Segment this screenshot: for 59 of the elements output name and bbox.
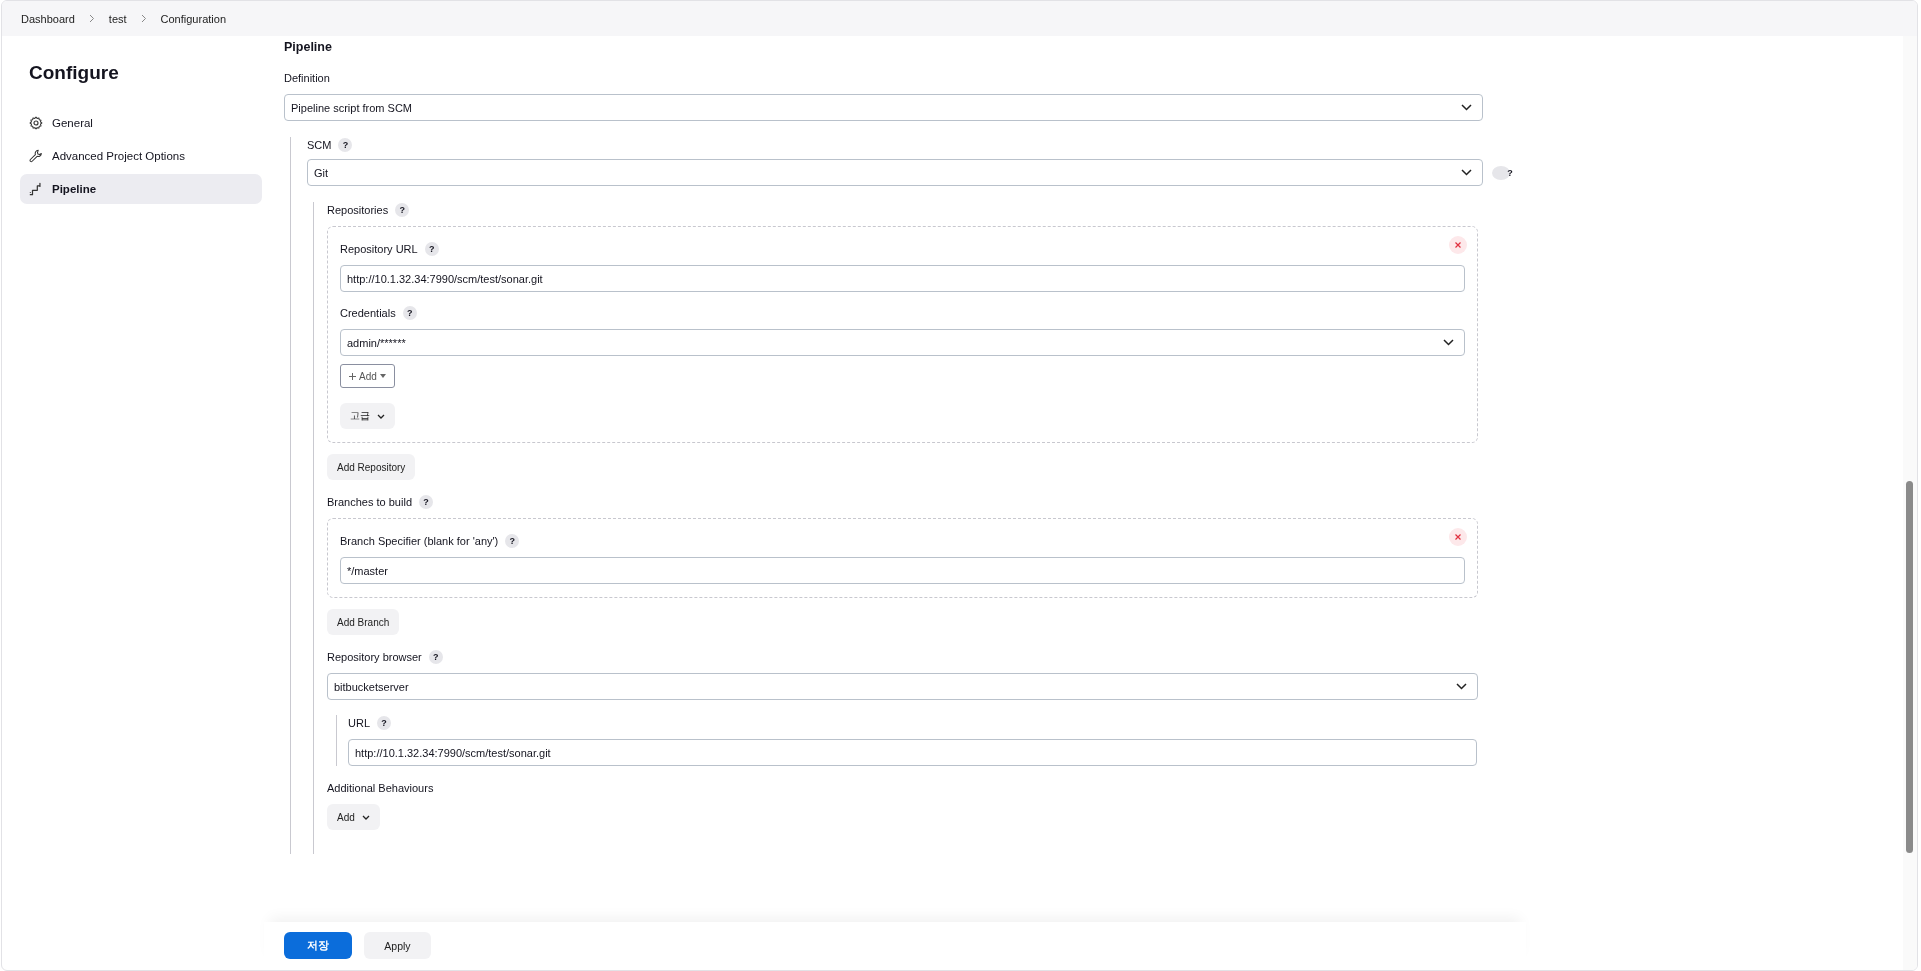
field-label: Credentials (340, 307, 396, 319)
add-repository-button[interactable]: Add Repository (327, 454, 416, 480)
close-icon[interactable] (1449, 528, 1467, 546)
help-icon[interactable]: ? (338, 138, 353, 152)
add-credentials-button[interactable]: Add (340, 364, 395, 388)
apply-button[interactable]: Apply (364, 932, 431, 959)
repository-browser-select[interactable]: bitbucketserver (327, 673, 1478, 700)
help-icon[interactable]: ? (424, 242, 439, 256)
chevron-down-icon (1456, 683, 1467, 690)
sidebar-item[interactable]: Advanced Project Options (20, 141, 262, 171)
gear-icon (29, 116, 43, 130)
breadcrumb-link[interactable]: test (108, 12, 127, 25)
field-label: Repository browser (327, 651, 422, 663)
help-icon[interactable]: ? (402, 306, 417, 320)
field-label: Branches to build (327, 496, 412, 508)
sidebar-item-label: Advanced Project Options (52, 150, 185, 162)
help-icon[interactable]: ? (428, 650, 443, 664)
breadcrumb-link[interactable]: Configuration (160, 12, 226, 25)
wrench-icon (29, 149, 43, 163)
help-icon[interactable]: ? (395, 203, 410, 217)
pipeline-icon (29, 182, 43, 196)
scrollbar-thumb[interactable] (1906, 481, 1913, 853)
sidebar-item-label: General (52, 117, 93, 129)
caret-icon (379, 374, 386, 378)
scm-select[interactable]: Git (307, 159, 1483, 186)
save-button[interactable]: 저장 (284, 932, 352, 959)
credentials-select[interactable]: admin/****** (340, 329, 1465, 356)
help-icon[interactable]: ? (505, 534, 520, 548)
add-branch-button[interactable]: Add Branch (327, 609, 400, 635)
chevron-down-icon (377, 413, 385, 419)
help-icon[interactable]: ? (377, 716, 391, 730)
chevron-down-icon (1461, 169, 1472, 176)
field-label: URL (348, 717, 370, 729)
chevron-down-icon (1443, 339, 1454, 346)
field-label: Repositories (327, 204, 389, 216)
field-label: Definition (284, 72, 330, 84)
chevron-right-icon (88, 14, 95, 23)
chevron-down-icon (1461, 104, 1472, 111)
chevron-right-icon (140, 14, 147, 23)
field-label: Repository URL (340, 243, 418, 255)
field-label: Additional Behaviours (327, 782, 434, 794)
sidebar-item-label: Pipeline (52, 183, 97, 195)
sidebar-item[interactable]: Pipeline (20, 174, 262, 204)
branch-specifier-field[interactable]: */master (340, 557, 1465, 584)
breadcrumb-link[interactable]: Dashboard (21, 12, 75, 25)
field-label: Branch Specifier (blank for 'any') (340, 535, 499, 547)
page-title: Configure (29, 62, 120, 84)
plus-icon (349, 372, 356, 380)
help-icon[interactable]: ? (419, 495, 433, 509)
repository-url-field[interactable]: http://10.1.32.34:7990/scm/test/sonar.git (340, 265, 1465, 292)
add-behaviour-button[interactable]: Add (327, 804, 380, 830)
sidebar-item[interactable]: General (20, 108, 262, 138)
advanced-button[interactable]: 고급 (340, 403, 395, 429)
chevron-down-icon (361, 814, 370, 820)
definition-select[interactable]: Pipeline script from SCM (284, 94, 1483, 121)
field-label: SCM (307, 139, 332, 151)
section-title: Pipeline (284, 40, 333, 54)
close-icon[interactable] (1449, 236, 1467, 254)
browser-url-field[interactable]: http://10.1.32.34:7990/scm/test/sonar.git (348, 739, 1477, 766)
